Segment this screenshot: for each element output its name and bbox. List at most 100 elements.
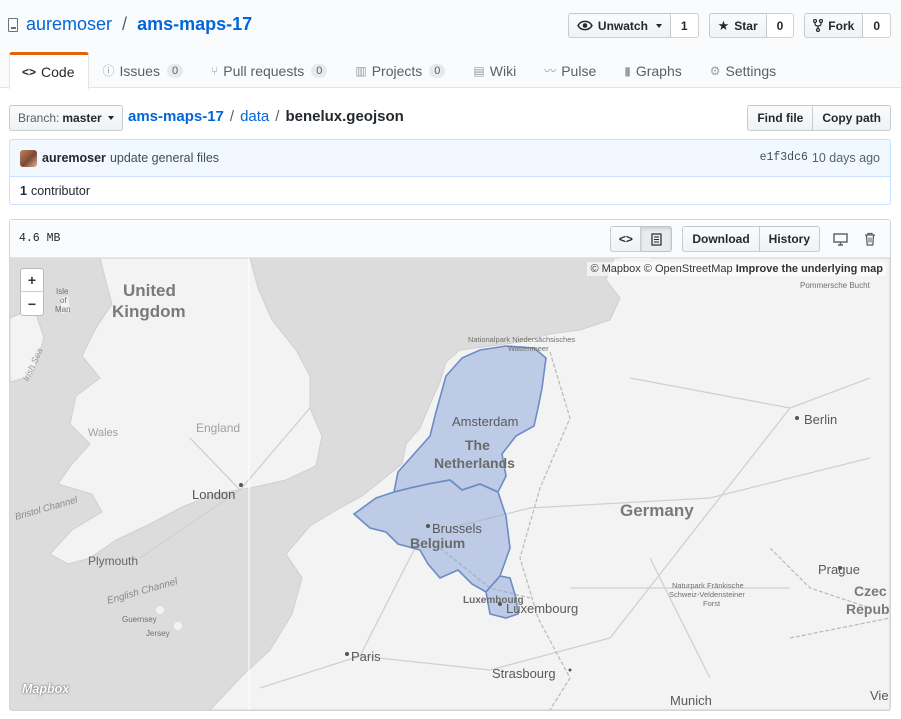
fork-group: Fork 0 [804,13,891,38]
gear-icon: ⚙ [709,63,721,78]
project-icon: ▥ [355,63,367,78]
repo-nav: <> Code ⓘ Issues 0 ⑂ Pull requests 0 ▥ P… [9,52,791,89]
issue-icon: ⓘ [102,64,115,78]
label-franken-2: Schweiz-Veldensteiner [669,590,745,599]
label-isle-1: Isle [56,287,69,296]
label-isle-3: Man [55,305,71,314]
label-germany: Germany [620,501,694,520]
fork-count[interactable]: 0 [863,13,891,38]
breadcrumb-file: benelux.geojson [285,108,404,125]
file-icon [651,232,662,246]
pull-request-icon: ⑂ [211,63,219,78]
osm-attribution-link[interactable]: © OpenStreetMap [644,263,733,275]
mapbox-logo[interactable]: Mapbox [22,682,69,696]
map-canvas[interactable]: United Kingdom Isle of Man Irish Sea Wal… [10,258,890,710]
improve-map-link[interactable]: Improve the underlying map [736,263,883,275]
commit-tease: auremoser update general files e1f3dc6 1… [9,139,891,177]
pull-requests-counter: 0 [311,63,328,78]
mapbox-attribution-link[interactable]: © Mapbox [590,263,640,275]
label-franken-1: Naturpark Fränkische [672,581,744,590]
label-wales: Wales [88,427,119,439]
copy-path-button[interactable]: Copy path [813,105,891,131]
label-netherlands-2: Netherlands [434,455,515,471]
pulse-icon: 〰 [544,64,557,78]
tab-pulse[interactable]: 〰 Pulse [531,52,611,88]
chevron-down-icon [107,116,114,120]
code-icon: <> [22,65,37,79]
jersey-land [174,622,182,630]
graph-icon: ▮ [624,63,631,78]
contributors-bar[interactable]: 1 contributor [9,177,891,205]
commit-author-link[interactable]: auremoser [42,151,106,165]
tab-settings[interactable]: ⚙ Settings [697,52,791,88]
label-munich: Munich [670,693,712,708]
zoom-control: + − [20,268,44,316]
trash-icon[interactable] [860,229,880,249]
commit-message-link[interactable]: update general files [110,151,219,165]
fork-button[interactable]: Fork [804,13,864,38]
guernsey-land [156,606,164,614]
label-guernsey: Guernsey [122,615,157,624]
map-view[interactable]: United Kingdom Isle of Man Irish Sea Wal… [10,258,890,710]
history-button[interactable]: History [759,226,820,252]
label-isle-2: of [60,296,67,305]
commit-sha-link[interactable]: e1f3dc6 [760,151,808,165]
breadcrumb-repo-link[interactable]: ams-maps-17 [128,108,224,125]
label-england: England [196,421,240,435]
desktop-icon[interactable] [830,229,850,249]
view-toggle: <> [610,226,673,252]
commit-time: 10 days ago [811,151,880,165]
avatar[interactable] [20,149,37,167]
breadcrumb-separator: / [229,108,235,125]
tab-code[interactable]: <> Code [9,52,90,89]
chevron-down-icon [655,23,662,28]
rendered-view-button[interactable] [641,226,673,252]
find-file-button[interactable]: Find file [747,105,814,131]
branch-select[interactable]: Branch: master [9,105,123,131]
projects-counter: 0 [429,63,446,78]
repo-name-link[interactable]: ams-maps-17 [137,14,252,35]
unwatch-button[interactable]: Unwatch [567,13,671,38]
code-icon: <> [618,232,633,246]
breadcrumb: ams-maps-17 / data / benelux.geojson [128,108,404,125]
star-button[interactable]: ★ Star [708,13,767,38]
zoom-in-button[interactable]: + [21,269,43,292]
fork-icon [813,19,824,32]
label-prague: Prague [818,562,860,577]
repo-owner-link[interactable]: auremoser [26,14,112,35]
star-count[interactable]: 0 [766,13,795,38]
book-icon: ▤ [473,63,485,78]
breadcrumb-folder-link[interactable]: data [240,108,269,125]
label-strasbourg: Strasbourg [492,666,556,681]
download-button[interactable]: Download [682,226,760,252]
tab-pull-requests-label: Pull requests [223,62,305,79]
tab-graphs-label: Graphs [635,62,682,79]
unwatch-label: Unwatch [597,18,648,33]
star-group: ★ Star 0 [708,13,795,38]
source-view-button[interactable]: <> [610,226,642,252]
label-amsterdam: Amsterdam [452,414,518,429]
tab-issues[interactable]: ⓘ Issues 0 [89,52,198,88]
repo-title-separator: / [122,14,128,34]
file-box: 4.6 MB <> Download History United Kingdo… [9,219,891,711]
tab-projects-label: Projects [371,62,423,79]
tab-projects[interactable]: ▥ Projects 0 [342,52,460,88]
download-history-group: Download History [682,226,820,252]
file-header: 4.6 MB <> Download History [10,220,890,258]
label-paris: Paris [351,649,381,664]
file-actions: Find file Copy path [747,105,891,131]
contributors-label: contributor [30,183,91,198]
breadcrumb-separator: / [275,108,280,125]
label-franken-3: Forst [703,599,721,608]
label-belgium: Belgium [410,535,465,551]
issues-counter: 0 [166,63,184,78]
zoom-out-button[interactable]: − [21,292,43,315]
label-berlin: Berlin [804,412,837,427]
tab-graphs[interactable]: ▮ Graphs [611,52,697,88]
tab-wiki[interactable]: ▤ Wiki [460,52,531,88]
watch-count[interactable]: 1 [670,13,699,38]
repo-actions: Unwatch 1 ★ Star 0 Fork 0 [567,13,891,38]
tab-pull-requests[interactable]: ⑂ Pull requests 0 [198,52,342,88]
label-netherlands-1: The [465,437,490,453]
label-luxembourg-city: Luxembourg [506,601,578,616]
